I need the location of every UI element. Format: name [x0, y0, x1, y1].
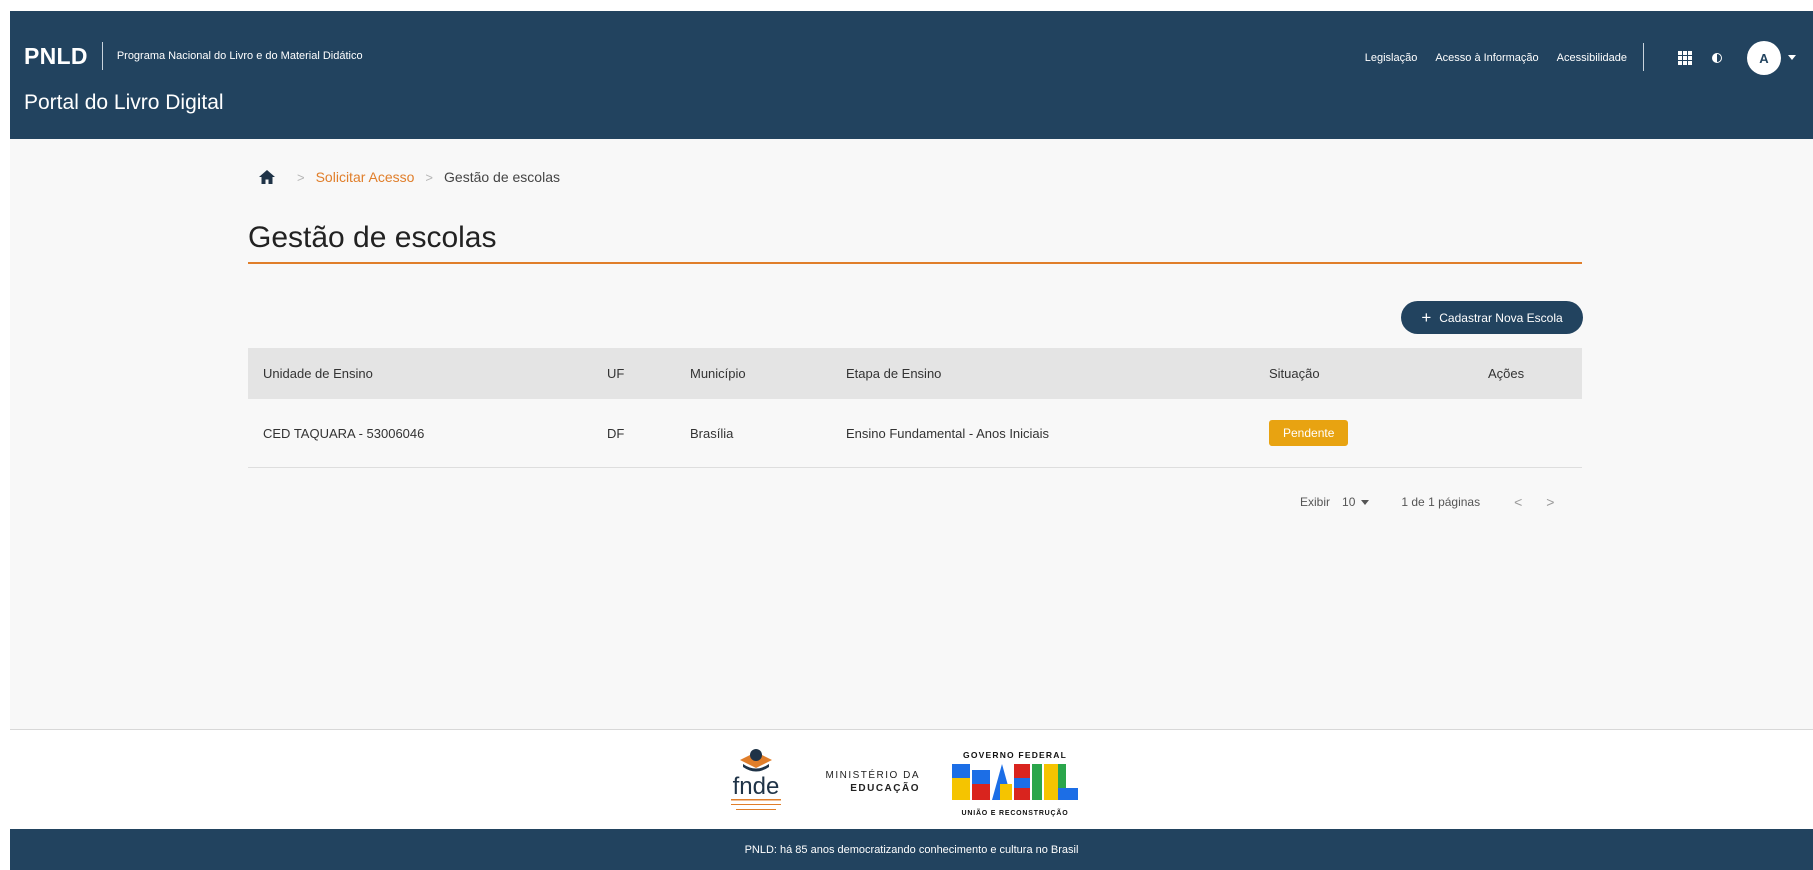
- link-acessibilidade[interactable]: Acessibilidade: [1557, 52, 1627, 64]
- header-divider: [1643, 43, 1644, 71]
- top-links: Legislação Acesso à Informação Acessibil…: [1365, 52, 1627, 64]
- home-icon[interactable]: [258, 169, 276, 185]
- table-header: Unidade de Ensino UF Município Etapa de …: [248, 348, 1582, 399]
- link-acesso-informacao[interactable]: Acesso à Informação: [1435, 52, 1538, 64]
- breadcrumb-solicitar-acesso[interactable]: Solicitar Acesso: [316, 169, 415, 185]
- top-header: PNLD Programa Nacional do Livro e do Mat…: [10, 11, 1813, 139]
- chevron-down-icon: [1361, 499, 1370, 505]
- breadcrumb-separator: >: [297, 169, 305, 185]
- link-legislacao[interactable]: Legislação: [1365, 52, 1418, 64]
- prev-page-button[interactable]: <: [1514, 494, 1522, 510]
- contrast-icon[interactable]: [1712, 53, 1722, 63]
- status-badge: Pendente: [1269, 420, 1349, 446]
- portal-title[interactable]: Portal do Livro Digital: [24, 91, 224, 115]
- cell-etapa: Ensino Fundamental - Anos Iniciais: [846, 425, 1050, 441]
- governo-federal-logo: GOVERNO FEDERAL UNIÃO E RECONSTRUÇÃO: [952, 750, 1078, 817]
- mec-line-2: EDUCAÇÃO: [850, 783, 920, 794]
- cell-uf: DF: [607, 425, 625, 441]
- breadcrumb-current: Gestão de escolas: [444, 169, 560, 185]
- fnde-wordmark: fnde: [733, 773, 780, 800]
- page-size-select[interactable]: 10: [1342, 495, 1370, 509]
- column-header-etapa[interactable]: Etapa de Ensino: [846, 348, 941, 399]
- cell-municipio: Brasília: [690, 425, 734, 441]
- next-page-button[interactable]: >: [1546, 494, 1554, 510]
- column-header-unidade[interactable]: Unidade de Ensino: [263, 348, 373, 399]
- fnde-logo: fnde: [731, 749, 781, 810]
- plus-icon: +: [1421, 308, 1432, 327]
- column-header-situacao[interactable]: Situação: [1269, 348, 1320, 399]
- apps-grid-icon[interactable]: [1678, 51, 1692, 65]
- column-header-uf[interactable]: UF: [607, 348, 624, 399]
- chevron-down-icon[interactable]: [1788, 55, 1796, 60]
- mec-line-1: MINISTÉRIO DA: [825, 770, 920, 781]
- cell-situacao: Pendente: [1269, 399, 1349, 467]
- footer-logos: fnde MINISTÉRIO DA EDUCAÇÃO GOVERNO FEDE…: [10, 730, 1813, 829]
- pagination: Exibir 10 1 de 1 páginas < >: [1300, 494, 1578, 510]
- cell-unidade: CED TAQUARA - 53006046: [263, 425, 425, 441]
- column-header-acoes: Ações: [1488, 366, 1525, 381]
- brand-divider: [101, 42, 103, 70]
- title-underline: [248, 262, 1582, 264]
- brand-subtitle: Programa Nacional do Livro e do Material…: [116, 50, 363, 62]
- brand-row: PNLD Programa Nacional do Livro e do Mat…: [24, 41, 363, 71]
- mec-logo: MINISTÉRIO DA EDUCAÇÃO: [820, 769, 920, 795]
- breadcrumb: > Solicitar Acesso > Gestão de escolas: [258, 169, 560, 185]
- table-row[interactable]: CED TAQUARA - 53006046 DF Brasília Ensin…: [248, 399, 1582, 468]
- page-size-label: Exibir: [1300, 495, 1331, 509]
- add-school-label: Cadastrar Nova Escola: [1439, 310, 1563, 325]
- avatar[interactable]: A: [1747, 41, 1781, 75]
- footer-tagline: PNLD: há 85 anos democratizando conhecim…: [10, 829, 1813, 870]
- gov-line-2: UNIÃO E RECONSTRUÇÃO: [961, 808, 1068, 817]
- app-frame: PNLD Programa Nacional do Livro e do Mat…: [10, 11, 1813, 870]
- brand-logo[interactable]: PNLD: [24, 43, 88, 70]
- page-title: Gestão de escolas: [248, 221, 497, 254]
- gov-line-1: GOVERNO FEDERAL: [963, 750, 1067, 760]
- add-school-button[interactable]: + Cadastrar Nova Escola: [1401, 301, 1583, 334]
- page-size-value: 10: [1342, 495, 1356, 509]
- breadcrumb-separator: >: [425, 169, 434, 185]
- schools-table: Unidade de Ensino UF Município Etapa de …: [248, 348, 1582, 468]
- page-info: 1 de 1 páginas: [1401, 495, 1481, 509]
- column-header-municipio[interactable]: Município: [690, 348, 746, 399]
- page: PNLD Programa Nacional do Livro e do Mat…: [0, 0, 1813, 870]
